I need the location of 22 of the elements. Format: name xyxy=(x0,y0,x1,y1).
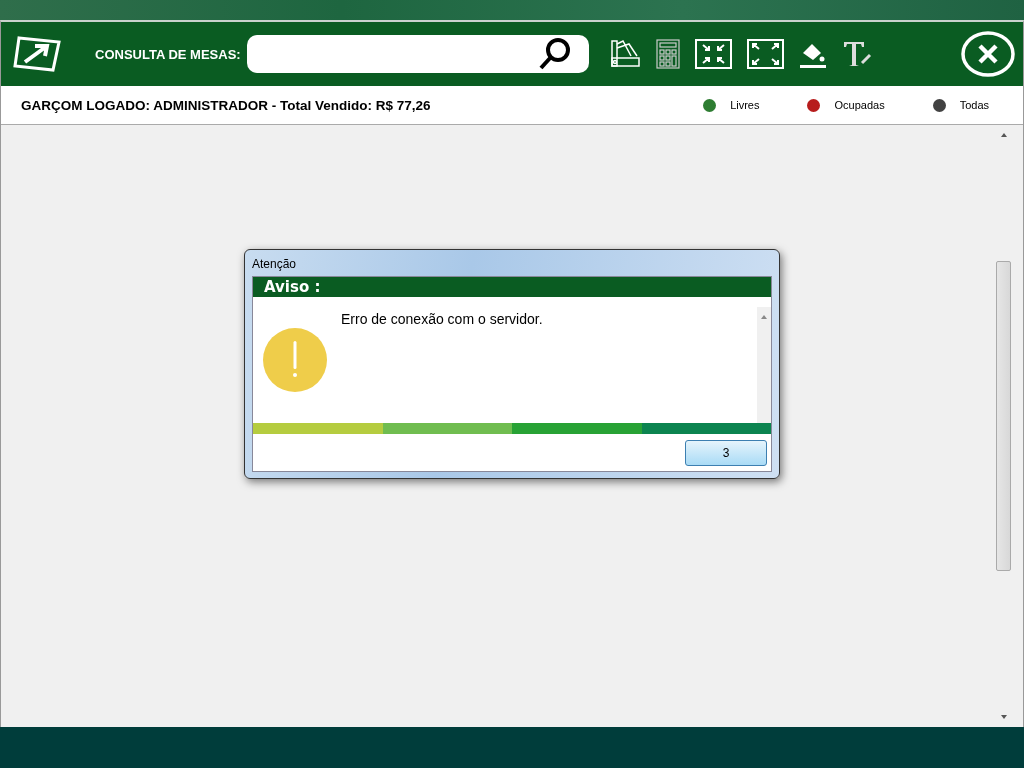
search-field[interactable] xyxy=(246,35,589,73)
legend-label: Todas xyxy=(959,99,989,111)
scrollbar[interactable] xyxy=(757,307,771,423)
warning-icon xyxy=(263,328,327,392)
scroll-up-icon[interactable] xyxy=(761,315,767,319)
logged-waiter-text: GARÇOM LOGADO: ADMINISTRADOR - Total Vendido: R$ 77,26 xyxy=(21,97,431,113)
search-label: CONSULTA DE MESAS: xyxy=(95,46,241,62)
color-swatch-icon[interactable] xyxy=(608,38,641,70)
collapse-icon[interactable] xyxy=(694,39,732,69)
scroll-up-icon[interactable] xyxy=(1000,133,1007,137)
dialog-heading: Aviso : xyxy=(253,277,771,297)
calculator-icon[interactable] xyxy=(655,39,680,69)
error-message: Erro de conexão com o servidor. xyxy=(341,311,544,329)
legend-label: Ocupadas xyxy=(834,99,885,111)
expand-icon[interactable] xyxy=(746,39,784,69)
logo-icon xyxy=(13,34,63,74)
scroll-down-icon[interactable] xyxy=(1000,715,1007,719)
text-edit-icon[interactable] xyxy=(841,39,874,69)
legend-label: Livres xyxy=(730,99,760,111)
close-icon[interactable] xyxy=(961,31,1015,77)
countdown-button[interactable]: 3 xyxy=(685,439,767,466)
dialog-title: Atenção xyxy=(252,256,298,273)
